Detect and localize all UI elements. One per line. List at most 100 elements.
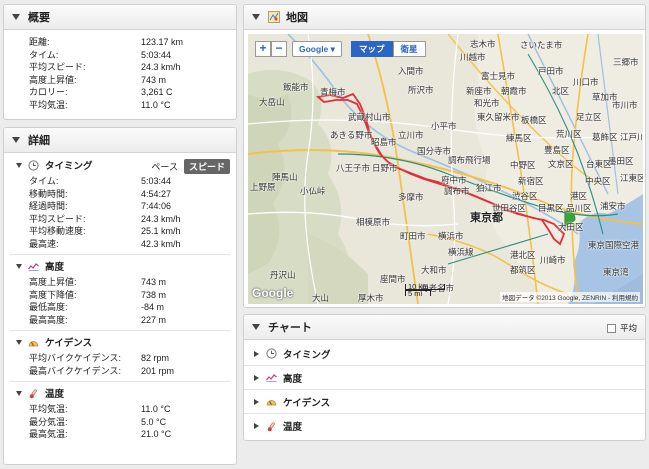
row-label: 移動時間:	[29, 188, 68, 199]
map-label: 北区	[552, 86, 570, 96]
chart-item-label: タイミング	[283, 349, 331, 361]
map-label: 飯能市	[283, 82, 309, 92]
average-checkbox[interactable]	[606, 323, 616, 333]
temperature-subheader[interactable]: 温度	[4, 385, 236, 401]
map-label: 中央区	[585, 176, 611, 186]
row-value: 201 rpm	[141, 365, 175, 376]
collapse-triangle-icon[interactable]	[16, 162, 22, 168]
map-label: 小平市	[431, 121, 457, 131]
temperature-row: 平均気温: 11.0 °C	[4, 403, 236, 416]
map-label: 葛飾区	[592, 132, 618, 142]
expand-triangle-icon[interactable]	[254, 374, 259, 381]
cadence-rows: 平均バイクケイデンス: 82 rpm 最高バイクケイデンス: 201 rpm	[4, 350, 236, 377]
row-value: 227 m	[141, 314, 167, 325]
row-value: 25.1 km/h	[141, 226, 181, 236]
chart-item-elevation[interactable]: 高度	[244, 366, 645, 390]
divider	[10, 381, 230, 382]
row-label: 最高速:	[29, 238, 59, 249]
row-label: 平均バイクケイデンス:	[29, 353, 121, 363]
row-label: 最高高度:	[29, 314, 68, 325]
zoom-in-button[interactable]: +	[255, 41, 271, 57]
chart-item-temperature[interactable]: 温度	[244, 414, 645, 438]
temperature-title: 温度	[45, 389, 65, 400]
row-value: 82 rpm	[141, 353, 170, 363]
map-label: 大山	[312, 293, 330, 303]
row-value: 24.3 km/h	[141, 213, 181, 224]
map-label: 丹沢山	[270, 270, 296, 280]
map-attribution[interactable]: 地図データ ©2013 Google, ZENRIN - 利用規約	[500, 292, 640, 302]
thermometer-icon	[266, 421, 277, 432]
row-value: 5:03:44	[141, 176, 172, 186]
map-icon	[268, 11, 280, 23]
row-label: 平均スピード:	[29, 62, 86, 72]
collapse-triangle-icon[interactable]	[12, 14, 20, 20]
map-label: 国分寺市	[417, 146, 452, 156]
overview-header[interactable]: 概要	[4, 5, 236, 30]
scale-mi-label: 5 mi	[408, 289, 423, 298]
collapse-triangle-icon[interactable]	[16, 263, 22, 269]
cadence-subheader[interactable]: ケイデンス	[4, 334, 236, 350]
map-label: 立川市	[398, 130, 424, 140]
chart-header[interactable]: チャート	[244, 315, 645, 340]
map-label: 三郷市	[613, 57, 639, 67]
row-value: 24.3 km/h	[141, 62, 181, 72]
map-label: 戸田市	[538, 66, 564, 76]
chart-item-cadence[interactable]: ケイデンス	[244, 390, 645, 414]
map-label: 調布市	[444, 186, 470, 196]
zoom-out-button[interactable]: −	[271, 41, 287, 57]
map-label: 港北区	[510, 250, 536, 260]
timing-section: タイミング ペース スピード タイム: 5:03:44 移動時間: 4:54:27 …	[4, 157, 236, 250]
clock-icon	[28, 159, 39, 171]
speed-toggle[interactable]: スピード	[183, 159, 230, 174]
row-value: 21.0 °C	[141, 429, 172, 439]
temperature-row: 最分気温: 5.0 °C	[4, 416, 236, 429]
row-value: 743 m	[141, 74, 167, 85]
elevation-title: 高度	[45, 262, 65, 273]
collapse-triangle-icon[interactable]	[12, 137, 20, 143]
collapse-triangle-icon[interactable]	[252, 324, 260, 330]
map-label: 板橋区	[521, 115, 547, 125]
chart-item-timing[interactable]: タイミング	[244, 342, 645, 366]
map-provider-dropdown[interactable]: Google ▾	[292, 41, 342, 57]
map-label: 和光市	[474, 98, 500, 108]
elevation-section: 高度 高度上昇値: 743 m 高度下降値: 738 m 最低高度: -84 m 最高…	[4, 258, 236, 326]
elevation-subheader[interactable]: 高度	[4, 258, 236, 274]
overview-row-elev-gain: 高度上昇値: 743 m	[4, 74, 236, 87]
expand-triangle-icon[interactable]	[254, 350, 259, 357]
map-label: 八王子市	[336, 163, 371, 173]
collapse-triangle-icon[interactable]	[252, 14, 260, 20]
average-toggle[interactable]: 平均	[606, 322, 637, 334]
map-label: 川越市	[460, 52, 486, 62]
map-type-map-button[interactable]: マップ	[351, 41, 393, 57]
collapse-triangle-icon[interactable]	[16, 339, 22, 345]
map-label: 港区	[570, 191, 588, 201]
map-label: 東京湾	[603, 267, 629, 277]
map-label: 多摩市	[398, 192, 424, 202]
expand-triangle-icon[interactable]	[254, 423, 259, 429]
row-value: 3,261 C	[141, 87, 173, 97]
map-label: 相模原市	[356, 217, 391, 227]
map-label: 川口市	[573, 77, 599, 87]
map-label: 東久留米市	[477, 112, 520, 122]
map-header[interactable]: 地図	[244, 5, 645, 30]
elevation-row: 高度上昇値: 743 m	[4, 276, 236, 289]
map-label: 江戸川区	[620, 132, 643, 142]
thermometer-icon	[28, 388, 39, 399]
cadence-row: 平均バイクケイデンス: 82 rpm	[4, 352, 236, 365]
row-value: 738 m	[141, 289, 167, 300]
map-label: 所沢市	[408, 85, 434, 95]
map-label: 武蔵村山市	[348, 112, 391, 122]
map-label: 品川区	[566, 203, 592, 213]
cadence-row: 最高バイクケイデンス: 201 rpm	[4, 365, 236, 378]
expand-triangle-icon[interactable]	[254, 398, 259, 405]
timing-row: 平均スピード: 24.3 km/h	[4, 213, 236, 226]
map-label: 中野区	[510, 160, 536, 170]
map-view[interactable]: + − Google ▾ マップ 衛星 志木市 さいたま市 川越市 富士見市 戸…	[248, 34, 643, 304]
collapse-triangle-icon[interactable]	[16, 390, 22, 396]
row-value: 11.0 °C	[141, 404, 171, 414]
row-label: 高度上昇値:	[29, 277, 77, 287]
map-type-satellite-button[interactable]: 衛星	[392, 41, 426, 57]
average-label: 平均	[619, 323, 637, 333]
details-header[interactable]: 詳細	[4, 128, 236, 153]
pace-toggle[interactable]: ペース	[151, 160, 178, 173]
